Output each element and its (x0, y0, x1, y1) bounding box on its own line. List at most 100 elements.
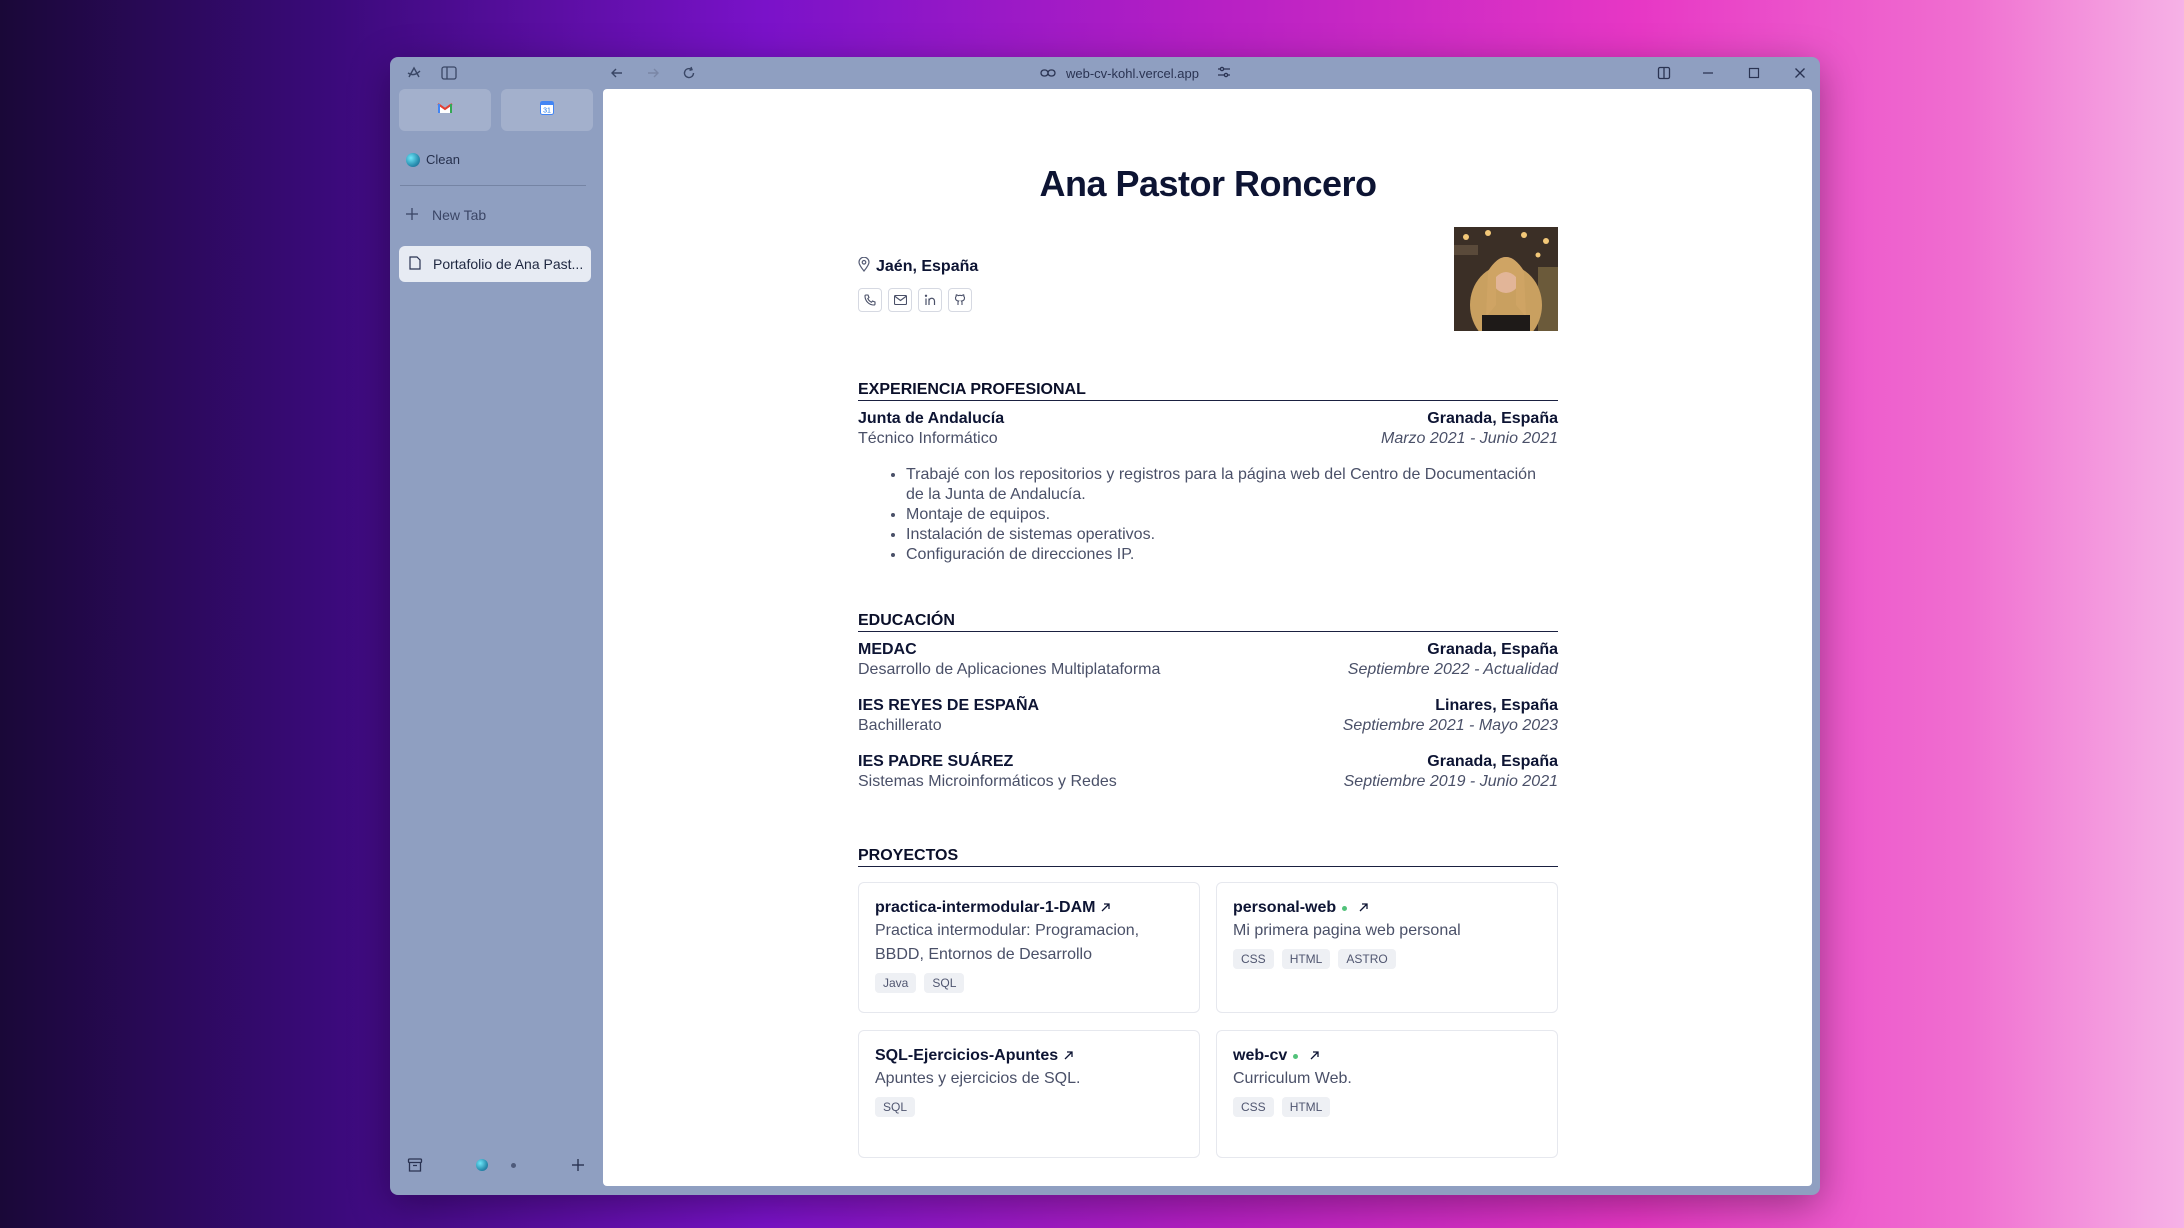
project-description: Curriculum Web. (1233, 1070, 1352, 1087)
maximize-icon[interactable] (1744, 63, 1764, 83)
entry-org: IES REYES DE ESPAÑA (858, 697, 1040, 714)
entry-dates: Septiembre 2019 - Junio 2021 (1343, 773, 1558, 790)
phone-icon[interactable] (858, 288, 882, 312)
project-tags: CSS HTML (1233, 1097, 1541, 1117)
project-card[interactable]: personal-web Mi primera pagina web perso… (1216, 882, 1558, 1013)
project-tags: CSS HTML ASTRO (1233, 949, 1541, 969)
page-content: Ana Pastor Roncero Jaén, España EXPERIEN… (603, 89, 1812, 1186)
project-description: Mi primera pagina web personal (1233, 922, 1461, 939)
external-link-icon (1310, 1047, 1319, 1065)
project-name[interactable]: SQL-Ejercicios-Apuntes (875, 1047, 1058, 1065)
entry-dates: Septiembre 2022 - Actualidad (1347, 661, 1558, 678)
tech-tag: ASTRO (1338, 949, 1396, 969)
archive-icon[interactable] (405, 1155, 425, 1175)
section-title-projects: PROYECTOS (858, 847, 1558, 867)
bullet-item: Trabajé con los repositorios y registros… (906, 465, 1546, 505)
plus-icon (406, 207, 418, 223)
tech-tag: CSS (1233, 949, 1274, 969)
minimize-icon[interactable] (1698, 63, 1718, 83)
new-tab-button[interactable]: New Tab (406, 207, 486, 223)
new-tab-label: New Tab (432, 207, 487, 223)
space-label: Clean (426, 152, 460, 167)
tech-tag: SQL (924, 973, 965, 993)
split-view-icon[interactable] (1654, 63, 1674, 83)
add-space-icon[interactable] (568, 1155, 588, 1175)
entry-role: Técnico Informático (858, 430, 998, 447)
external-link-icon (1101, 899, 1111, 917)
entry-role: Bachillerato (858, 717, 942, 734)
project-description: Apuntes y ejercicios de SQL. (875, 1070, 1081, 1087)
svg-text:31: 31 (543, 107, 551, 114)
external-link-icon (1064, 1047, 1073, 1065)
github-icon[interactable] (948, 288, 972, 312)
bullet-item: Montaje de equipos. (906, 505, 1546, 525)
project-card[interactable]: web-cv Curriculum Web. CSS HTML (1216, 1030, 1558, 1158)
project-card[interactable]: SQL-Ejercicios-Apuntes Apuntes y ejercic… (858, 1030, 1200, 1158)
tab-portafolio[interactable]: Portafolio de Ana Past... (399, 246, 591, 282)
profile-photo (1454, 227, 1558, 331)
section-title-education: EDUCACIÓN (858, 612, 1558, 632)
calendar-icon: 31 (540, 100, 554, 120)
reload-icon[interactable] (679, 63, 699, 83)
tech-tag: Java (875, 973, 917, 993)
entry-location: Granada, España (1427, 410, 1558, 427)
entry-dates: Septiembre 2021 - Mayo 2023 (1342, 717, 1558, 734)
project-name[interactable]: personal-web (1233, 899, 1336, 917)
cv-name: Ana Pastor Roncero (1039, 163, 1377, 204)
url-text[interactable]: web-cv-kohl.vercel.app (1066, 66, 1199, 81)
entry-role: Sistemas Microinformáticos y Redes (858, 773, 1117, 790)
back-icon[interactable] (607, 63, 627, 83)
page-icon (409, 255, 421, 273)
project-name[interactable]: web-cv (1233, 1047, 1287, 1065)
entry-location: Linares, España (1435, 697, 1558, 714)
space-switch-icon[interactable] (472, 1155, 492, 1175)
bullet-item: Configuración de direcciones IP. (906, 545, 1546, 565)
browser-topbar: web-cv-kohl.vercel.app (390, 57, 1820, 89)
education-entry: MEDAC Granada, España Desarrollo de Apli… (858, 640, 1558, 680)
forward-icon[interactable] (643, 63, 663, 83)
section-title-experience: EXPERIENCIA PROFESIONAL (858, 381, 1558, 401)
gmail-icon (437, 101, 453, 119)
arc-logo-icon[interactable] (404, 63, 424, 83)
status-dot (1293, 1053, 1299, 1059)
location-text: Jaén, España (876, 258, 979, 275)
project-tags: Java SQL (875, 973, 1183, 993)
tech-tag: HTML (1281, 1097, 1331, 1117)
contact-links (858, 288, 972, 312)
entry-dates: Marzo 2021 - Junio 2021 (1381, 430, 1558, 447)
space-icon (406, 152, 420, 167)
pinned-tab-calendar[interactable]: 31 (501, 89, 593, 131)
url-bar[interactable]: web-cv-kohl.vercel.app (1040, 63, 1231, 83)
browser-sidebar: 31 Clean New Tab Portafolio de Ana Past.… (390, 89, 600, 1195)
space-dot-icon[interactable] (503, 1155, 523, 1175)
sidebar-toggle-icon[interactable] (439, 63, 459, 83)
entry-role: Desarrollo de Aplicaciones Multiplatafor… (858, 661, 1161, 678)
experience-entry: Junta de Andalucía Granada, España Técni… (858, 409, 1558, 449)
project-card[interactable]: practica-intermodular-1-DAM Practica int… (858, 882, 1200, 1013)
entry-location: Granada, España (1427, 753, 1558, 770)
space-selector[interactable]: Clean (406, 152, 460, 167)
pinned-tab-gmail[interactable] (399, 89, 491, 131)
site-settings-icon[interactable] (1217, 66, 1231, 81)
close-icon[interactable] (1790, 63, 1810, 83)
tab-label: Portafolio de Ana Past... (433, 256, 584, 272)
sidebar-footer (390, 1155, 600, 1195)
mail-icon[interactable] (888, 288, 912, 312)
bullet-item: Instalación de sistemas operativos. (906, 525, 1546, 545)
project-name[interactable]: practica-intermodular-1-DAM (875, 899, 1095, 917)
project-description: Practica intermodular: Programacion, BBD… (875, 922, 1140, 963)
link-icon (1040, 66, 1056, 81)
education-entry: IES REYES DE ESPAÑA Linares, España Bach… (858, 696, 1558, 736)
tech-tag: CSS (1233, 1097, 1274, 1117)
map-pin-icon (858, 256, 870, 277)
tech-tag: HTML (1281, 949, 1331, 969)
education-entry: IES PADRE SUÁREZ Granada, España Sistema… (858, 752, 1558, 792)
linkedin-icon[interactable] (918, 288, 942, 312)
entry-location: Granada, España (1427, 641, 1558, 658)
project-tags: SQL (875, 1097, 1183, 1117)
cv-location: Jaén, España (858, 256, 979, 277)
experience-bullets: Trabajé con los repositorios y registros… (906, 465, 1546, 565)
entry-org: IES PADRE SUÁREZ (858, 753, 1014, 770)
entry-org: MEDAC (858, 641, 917, 658)
entry-org: Junta de Andalucía (858, 410, 1005, 427)
